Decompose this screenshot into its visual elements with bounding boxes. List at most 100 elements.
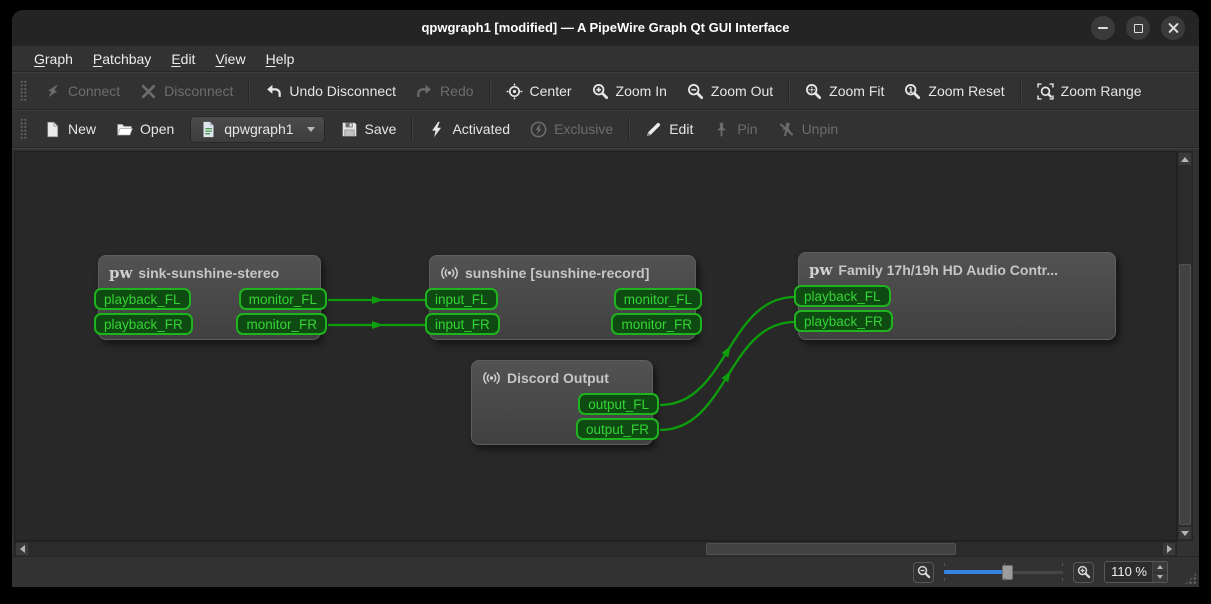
port-row: playback_FR monitor_FR bbox=[94, 313, 327, 335]
toolbar-center-button[interactable]: Center bbox=[496, 77, 582, 105]
port-row: input_FL monitor_FL bbox=[425, 288, 702, 310]
menu-edit[interactable]: Edit bbox=[161, 47, 205, 71]
disconnect-icon bbox=[140, 83, 157, 100]
maximize-button[interactable] bbox=[1126, 16, 1150, 40]
toolbar-button-label: qpwgraph1 bbox=[224, 121, 294, 137]
toolbar-redo-button[interactable]: Redo bbox=[406, 77, 483, 105]
toolbar-button-label: Open bbox=[140, 121, 175, 137]
node-sink[interactable]: pw sink-sunshine-stereo playback_FLmonitor… bbox=[94, 255, 327, 340]
statusbar-zoom-out-button[interactable] bbox=[913, 561, 934, 583]
spin-down-button[interactable] bbox=[1153, 571, 1167, 582]
toolbar-button-label: New bbox=[68, 121, 97, 137]
maximize-icon bbox=[1133, 23, 1143, 33]
toolbar-undo-disconnect-button[interactable]: Undo Disconnect bbox=[255, 77, 406, 105]
toolbar-button-label: Disconnect bbox=[164, 83, 234, 99]
port-playback_FR[interactable]: playback_FR bbox=[94, 313, 193, 335]
statusbar-zoom-in-button[interactable] bbox=[1073, 561, 1094, 583]
toolbar-pin-button[interactable]: Pin bbox=[703, 115, 767, 143]
port-playback_FR[interactable]: playback_FR bbox=[794, 310, 893, 332]
toolbar-button-label: Unpin bbox=[801, 121, 839, 137]
slider-tick bbox=[1062, 563, 1063, 566]
toolbar-drag-handle-icon[interactable] bbox=[20, 118, 27, 140]
menu-graph[interactable]: Graph bbox=[24, 47, 83, 71]
node-title-text: Family 17h/19h HD Audio Contr... bbox=[838, 262, 1059, 278]
menu-view[interactable]: View bbox=[205, 47, 255, 71]
save-icon bbox=[341, 121, 358, 138]
minimize-button[interactable] bbox=[1091, 16, 1115, 40]
edit-icon bbox=[645, 121, 662, 138]
toolbar-separator bbox=[788, 79, 791, 103]
toolbar-qpwgraph1-combo[interactable]: qpwgraph1 bbox=[190, 115, 325, 143]
node-discord[interactable]: Discord Output output_FL output_FR bbox=[471, 360, 659, 445]
toolbar-separator bbox=[411, 117, 414, 141]
port-input_FR[interactable]: input_FR bbox=[425, 313, 500, 335]
toolbar-button-label: Activated bbox=[452, 121, 511, 137]
toolbar-zoom-range-button[interactable]: Zoom Range bbox=[1027, 77, 1152, 105]
node-title-text: sunshine [sunshine-record] bbox=[465, 265, 650, 281]
menu-help[interactable]: Help bbox=[256, 47, 305, 71]
scroll-right-button[interactable] bbox=[1162, 542, 1176, 556]
horizontal-scrollbar[interactable] bbox=[14, 541, 1177, 557]
unpin-icon bbox=[778, 121, 795, 138]
zoom-range-icon bbox=[1036, 82, 1054, 100]
zoom-value: 110 % bbox=[1111, 564, 1147, 579]
undo-icon bbox=[265, 83, 282, 100]
toolbar-disconnect-button[interactable]: Disconnect bbox=[130, 77, 243, 105]
toolbar-connect-button[interactable]: Connect bbox=[34, 77, 130, 105]
scroll-down-button[interactable] bbox=[1178, 526, 1192, 540]
port-monitor_FR[interactable]: monitor_FR bbox=[236, 313, 327, 335]
port-playback_FL[interactable]: playback_FL bbox=[94, 288, 191, 310]
toolbar-button-label: Center bbox=[529, 83, 572, 99]
toolbar-save-button[interactable]: Save bbox=[331, 115, 407, 143]
slider-tick bbox=[944, 578, 945, 581]
vertical-scrollbar[interactable] bbox=[1177, 151, 1193, 541]
port-monitor_FR[interactable]: monitor_FR bbox=[611, 313, 702, 335]
port-output_FL[interactable]: output_FL bbox=[578, 393, 659, 415]
close-button[interactable] bbox=[1161, 16, 1185, 40]
toolbar-activated-button[interactable]: Activated bbox=[418, 115, 520, 143]
spin-up-button[interactable] bbox=[1153, 562, 1167, 572]
node-title: pw sink-sunshine-stereo bbox=[99, 256, 320, 288]
titlebar[interactable]: qpwgraph1 [modified] — A PipeWire Graph … bbox=[12, 10, 1199, 46]
scrollbar-corner bbox=[1177, 541, 1193, 557]
toolbar-zoom-fit-button[interactable]: Zoom Fit bbox=[795, 77, 894, 105]
zoom-slider[interactable] bbox=[944, 563, 1063, 581]
port-row: playback_FR bbox=[794, 310, 1115, 332]
toolbar-zoom-out-button[interactable]: Zoom Out bbox=[677, 77, 783, 105]
horizontal-scrollbar-thumb[interactable] bbox=[706, 543, 956, 555]
menu-patchbay[interactable]: Patchbay bbox=[83, 47, 161, 71]
zoom-in-icon bbox=[592, 83, 609, 100]
menubar: Graph Patchbay Edit View Help bbox=[12, 46, 1199, 72]
node-sunshine[interactable]: sunshine [sunshine-record] input_FL monito… bbox=[425, 255, 702, 340]
toolbar-zoom-reset-button[interactable]: Zoom Reset bbox=[894, 77, 1014, 105]
node-ports: playback_FL monitor_FL playback_FR monitor_… bbox=[94, 288, 327, 335]
port-monitor_FL[interactable]: monitor_FL bbox=[238, 288, 327, 310]
port-row: output_FR bbox=[472, 418, 659, 440]
graph-canvas[interactable]: pw sink-sunshine-stereo playback_FL monitor… bbox=[14, 151, 1177, 541]
zoom-reset-icon bbox=[904, 83, 921, 100]
toolbar-zoom-in-button[interactable]: Zoom In bbox=[582, 77, 677, 105]
toolbar-edit-button[interactable]: Edit bbox=[635, 115, 703, 143]
node-family[interactable]: pw Family 17h/19h HD Audio Contr... playba… bbox=[794, 252, 1116, 340]
port-monitor_FL[interactable]: monitor_FL bbox=[613, 288, 702, 310]
close-icon bbox=[1168, 23, 1179, 34]
toolbar-open-button[interactable]: Open bbox=[106, 115, 184, 143]
port-output_FR[interactable]: output_FR bbox=[575, 418, 659, 440]
scroll-left-button[interactable] bbox=[15, 542, 29, 556]
arrow-down-icon bbox=[1181, 530, 1189, 536]
toolbar-unpin-button[interactable]: Unpin bbox=[768, 115, 849, 143]
scroll-up-button[interactable] bbox=[1178, 152, 1192, 166]
port-playback_FL[interactable]: playback_FL bbox=[794, 285, 891, 307]
vertical-scrollbar-thumb[interactable] bbox=[1179, 264, 1191, 525]
port-row: input_FR monitor_FR bbox=[425, 313, 702, 335]
slider-tick bbox=[944, 563, 945, 566]
toolbar-drag-handle-icon[interactable] bbox=[20, 80, 27, 102]
toolbar-exclusive-button[interactable]: Exclusive bbox=[520, 115, 623, 143]
activated-icon bbox=[428, 121, 445, 138]
zoom-spinbox[interactable]: 110 % bbox=[1104, 561, 1168, 583]
port-input_FL[interactable]: input_FL bbox=[425, 288, 498, 310]
node-ports: input_FL monitor_FL input_FR monitor_FR bbox=[425, 288, 702, 335]
window-resize-grip[interactable] bbox=[1184, 572, 1197, 585]
toolbar-new-button[interactable]: New bbox=[34, 115, 106, 143]
toolbar-button-label: Save bbox=[364, 121, 397, 137]
